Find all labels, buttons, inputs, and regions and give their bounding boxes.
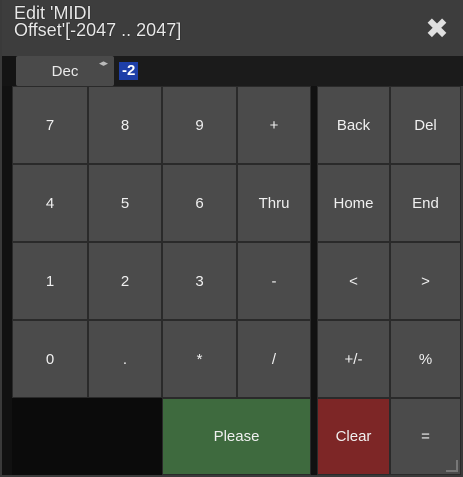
key-3[interactable]: 3 [162, 242, 237, 320]
back-button[interactable]: Back [317, 86, 390, 164]
end-button[interactable]: End [390, 164, 461, 242]
key-plus[interactable]: + [237, 86, 311, 164]
key-dot[interactable]: . [88, 320, 162, 398]
key-5[interactable]: 5 [88, 164, 162, 242]
key-8[interactable]: 8 [88, 86, 162, 164]
number-mode-button[interactable]: Dec ◂▸ [16, 56, 114, 86]
resize-handle-icon[interactable] [446, 460, 458, 472]
key-9[interactable]: 9 [162, 86, 237, 164]
key-2[interactable]: 2 [88, 242, 162, 320]
value-input-field[interactable]: -2 [114, 56, 463, 86]
key-thru[interactable]: Thru [237, 164, 311, 242]
cursor-right-button[interactable]: > [390, 242, 461, 320]
key-0[interactable]: 0 [12, 320, 88, 398]
title-bar[interactable]: Edit 'MIDI Offset'[-2047 .. 2047] ✖ [2, 0, 463, 56]
number-mode-label: Dec [51, 62, 79, 80]
close-icon[interactable]: ✖ [423, 13, 451, 44]
input-row: Dec ◂▸ -2 [2, 56, 463, 86]
please-button[interactable]: Please [162, 398, 311, 475]
delete-button[interactable]: Del [390, 86, 461, 164]
key-multiply[interactable]: * [162, 320, 237, 398]
plus-minus-button[interactable]: +/- [317, 320, 390, 398]
home-button[interactable]: Home [317, 164, 390, 242]
key-6[interactable]: 6 [162, 164, 237, 242]
edit-dialog: Edit 'MIDI Offset'[-2047 .. 2047] ✖ Dec … [0, 0, 463, 477]
mode-toggle-arrows-icon: ◂▸ [98, 58, 108, 68]
key-1[interactable]: 1 [12, 242, 88, 320]
cursor-left-button[interactable]: < [317, 242, 390, 320]
key-4[interactable]: 4 [12, 164, 88, 242]
key-7[interactable]: 7 [12, 86, 88, 164]
value-input-text: -2 [119, 62, 139, 80]
dialog-title: Edit 'MIDI Offset'[-2047 .. 2047] [14, 3, 182, 40]
key-minus[interactable]: - [237, 242, 311, 320]
clear-button[interactable]: Clear [317, 398, 390, 475]
percent-button[interactable]: % [390, 320, 461, 398]
key-divide[interactable]: / [237, 320, 311, 398]
empty-keypad-area [12, 398, 162, 475]
